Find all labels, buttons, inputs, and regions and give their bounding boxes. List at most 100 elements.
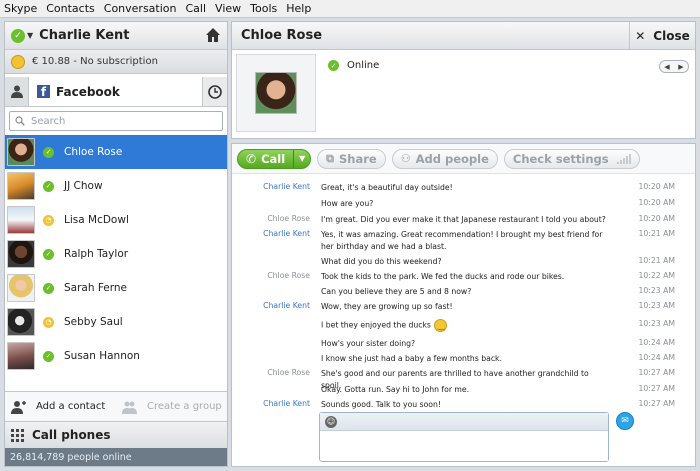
person-icon [10, 85, 23, 98]
avatar [7, 274, 35, 302]
search-icon [15, 116, 25, 126]
add-contact-button[interactable]: Add a contact [5, 400, 116, 414]
profile-name[interactable]: Charlie Kent [39, 28, 129, 43]
chevron-down-icon[interactable]: ▼ [294, 154, 310, 163]
message-time: 10:24 AM [638, 338, 676, 347]
message-time: 10:23 AM [638, 319, 676, 328]
message-sender: Charlie Kent [263, 182, 310, 191]
close-icon: ✕ [635, 28, 646, 43]
message-sender: Charlie Kent [263, 301, 310, 310]
menu-conversation[interactable]: Conversation [104, 2, 177, 15]
message-sender: Chloe Rose [267, 214, 310, 223]
tab-contacts[interactable] [5, 77, 29, 106]
message-text: How are you? [321, 199, 374, 208]
message-text: I bet they enjoyed the ducks [321, 319, 606, 332]
contact-name: Ralph Taylor [64, 248, 129, 260]
contact-chloe-rose[interactable]: ✓ Chloe Rose [5, 135, 227, 169]
contact-name: Chloe Rose [64, 146, 123, 158]
contact-sarah-ferne[interactable]: ✓ Sarah Ferne [5, 271, 227, 305]
share-button[interactable]: ⧉ Share [317, 148, 386, 169]
call-main[interactable]: ✆ Call [238, 149, 295, 168]
create-group-button[interactable]: Create a group [116, 400, 227, 414]
add-people-label: Add people [415, 151, 489, 166]
message-time: 10:21 AM [638, 256, 676, 265]
message-time: 10:20 AM [638, 198, 676, 207]
chevron-down-icon[interactable]: ▼ [27, 31, 33, 40]
share-label: Share [339, 151, 377, 166]
menu-view[interactable]: View [215, 2, 241, 15]
arrow-left-icon[interactable]: ◀ [664, 63, 669, 71]
message-time: 10:21 AM [638, 229, 676, 238]
menu-call[interactable]: Call [186, 2, 207, 15]
search-box[interactable] [9, 111, 223, 131]
message-time: 10:24 AM [638, 353, 676, 362]
add-contact-label: Add a contact [36, 401, 106, 412]
message-text: I know she just had a baby a few months … [321, 354, 502, 363]
tab-recent[interactable] [203, 77, 227, 106]
message-text: Took the kids to the park. We fed the du… [321, 272, 565, 281]
avatar [255, 72, 297, 114]
message-text-body: I bet they enjoyed the ducks [321, 320, 431, 330]
message-time: 10:27 AM [638, 368, 676, 377]
home-icon[interactable] [205, 27, 221, 43]
arrow-right-icon[interactable]: ▶ [678, 63, 683, 71]
close-label: Close [653, 28, 690, 43]
contact-name: Sarah Ferne [64, 282, 128, 294]
facebook-icon: f [37, 85, 50, 98]
online-status-icon: ✓ [43, 350, 54, 362]
contact-actions: Add a contact Create a group [5, 391, 227, 421]
away-status-icon: ◔ [43, 316, 54, 328]
profile-bar[interactable]: ✓ ▼ Charlie Kent [5, 22, 227, 50]
online-status-icon: ✓ [43, 248, 54, 260]
message-sender: Charlie Kent [263, 399, 310, 408]
check-settings-button[interactable]: Check settings [503, 148, 640, 169]
contact-name: Susan Hannon [64, 350, 140, 362]
phone-icon: ✆ [246, 151, 257, 166]
signal-icon [616, 153, 631, 164]
message-text: Yes, it was amazing. Great recommendatio… [321, 230, 603, 252]
conversation-title: Chloe Rose [241, 28, 323, 43]
avatar [7, 240, 35, 268]
close-button[interactable]: ✕ Close [629, 22, 695, 49]
credit-coin-icon [11, 54, 25, 69]
menu-contacts[interactable]: Contacts [46, 2, 95, 15]
tab-facebook[interactable]: f Facebook [29, 77, 203, 106]
credit-bar[interactable]: € 10.88 - No subscription [5, 50, 227, 74]
contact-susan-hannon[interactable]: ✓ Susan Hannon [5, 339, 227, 373]
message-compose[interactable]: ☺ [319, 412, 609, 462]
contact-lisa-mcdowl[interactable]: ◔ Lisa McDowl [5, 203, 227, 237]
contact-ralph-taylor[interactable]: ✓ Ralph Taylor [5, 237, 227, 271]
share-icon: ⧉ [326, 151, 335, 165]
emoticon-icon[interactable]: ☺ [325, 415, 337, 428]
message-text: How's your sister doing? [321, 339, 416, 348]
message-input[interactable] [324, 433, 608, 461]
scroll-arrows[interactable]: ◀ ▶ [659, 60, 689, 73]
call-phones-button[interactable]: Call phones [5, 421, 227, 448]
avatar [7, 206, 35, 234]
online-count: 26,814,789 people online [5, 448, 227, 466]
message-time: 10:27 AM [638, 384, 676, 393]
menu-skype[interactable]: Skype [4, 2, 37, 15]
conversation-header: Chloe Rose ✕ Close [232, 22, 695, 50]
left-panel: ✓ ▼ Charlie Kent € 10.88 - No subscripti… [4, 21, 228, 467]
message-time: 10:20 AM [638, 214, 676, 223]
send-button[interactable]: ✉ [616, 412, 634, 430]
online-status-icon[interactable]: ✓ [11, 28, 25, 43]
contact-card[interactable] [236, 54, 316, 132]
menu-help[interactable]: Help [286, 2, 311, 15]
message-time: 10:23 AM [638, 301, 676, 310]
add-people-icon: ⚇ [400, 152, 411, 165]
compose-toolbar: ☺ [320, 413, 608, 431]
contact-jj-chow[interactable]: ✓ JJ Chow [5, 169, 227, 203]
search-input[interactable] [31, 115, 211, 127]
menu-tools[interactable]: Tools [250, 2, 277, 15]
call-phones-label: Call phones [32, 428, 111, 442]
call-button[interactable]: ✆ Call ▼ [237, 148, 312, 169]
contact-sebby-saul[interactable]: ◔ Sebby Saul [5, 305, 227, 339]
add-contact-icon [11, 400, 26, 414]
message-text: Sounds good. Talk to you soon! [321, 400, 441, 409]
contact-name: JJ Chow [64, 180, 103, 192]
message-text: Okay. Gotta run. Say hi to John for me. [321, 385, 470, 394]
add-people-button[interactable]: ⚇ Add people [391, 148, 498, 169]
contact-status-label: Online [347, 60, 380, 71]
